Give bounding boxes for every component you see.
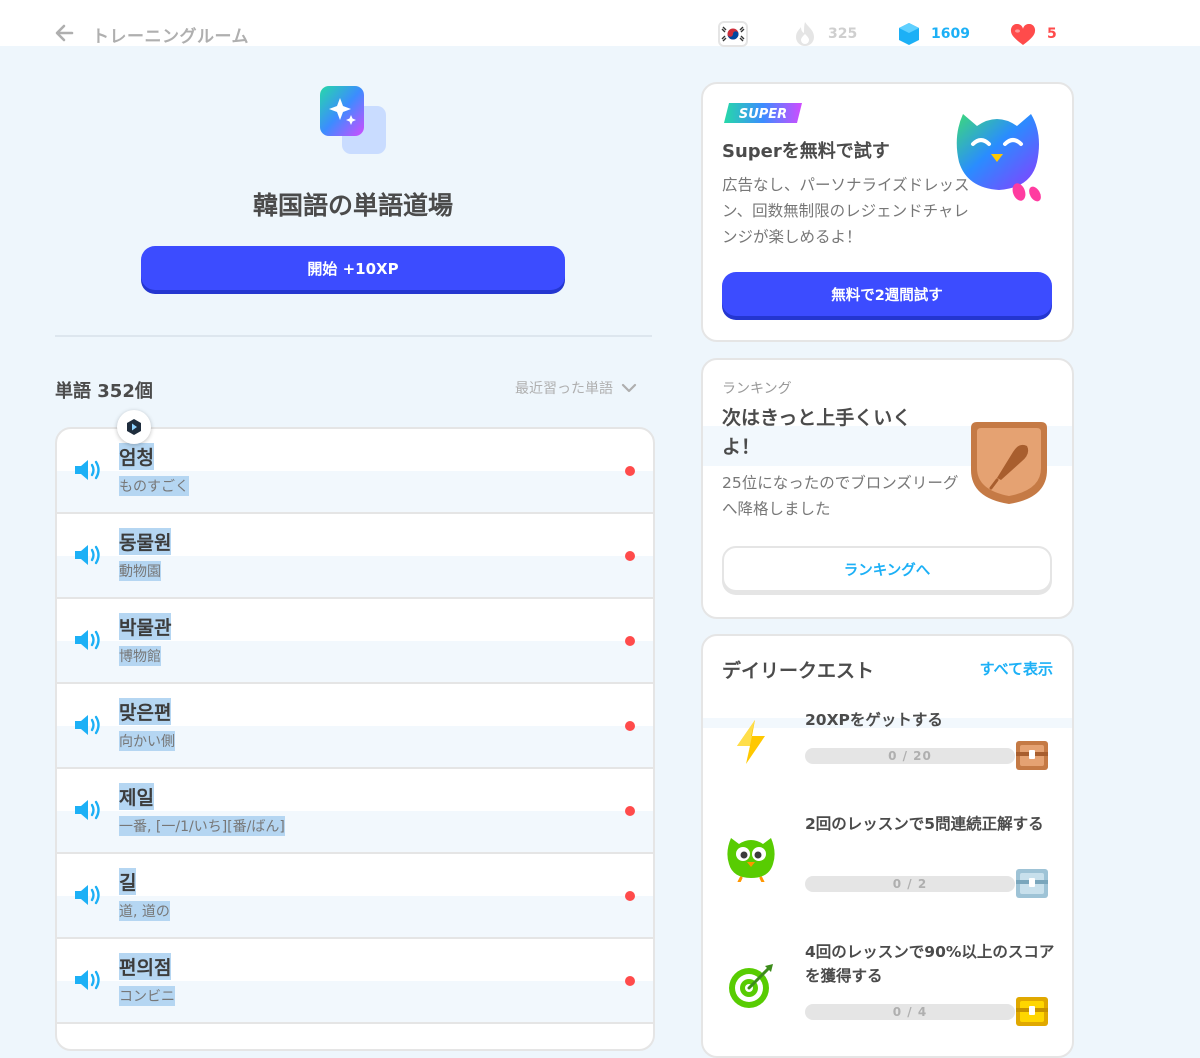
word-row[interactable]: 엄청 ものすごく <box>57 429 653 514</box>
word-korean: 제일 <box>119 783 154 810</box>
word-row[interactable]: 제일 一番, [一/1/いち][番/ばん] <box>57 769 653 854</box>
speaker-icon[interactable] <box>73 542 103 568</box>
status-dot <box>625 636 635 646</box>
page-title: トレーニングルーム <box>92 27 249 47</box>
practice-cards-icon <box>320 86 386 154</box>
extension-badge[interactable] <box>117 410 151 444</box>
status-dot <box>625 891 635 901</box>
gem-icon[interactable] <box>898 22 920 46</box>
streak-count: 325 <box>828 26 858 42</box>
quest-text: 2回のレッスンで5問連続正解する <box>805 815 1044 833</box>
daily-quests-title: デイリークエスト <box>722 660 875 682</box>
word-row[interactable]: 편의점 コンビニ <box>57 939 653 1024</box>
status-dot <box>625 551 635 561</box>
status-dot <box>625 466 635 476</box>
ranking-card: ランキング 次はきっと上手くいくよ！ 25位になったのでブロンズリーグへ降格しま… <box>701 358 1074 619</box>
word-translation: 一番, [一/1/いち][番/ばん] <box>119 816 285 836</box>
super-title: Superを無料で試す <box>722 141 890 162</box>
word-korean: 박물관 <box>119 613 172 640</box>
quest-text: 4回のレッスンで90%以上のスコアを獲得する <box>805 943 1055 985</box>
word-translation: 博物館 <box>119 646 161 666</box>
sort-label: 最近習った単語 <box>515 381 613 397</box>
status-dot <box>625 806 635 816</box>
quest-progress-text: 0 / 4 <box>892 1005 928 1019</box>
chevron-down-icon <box>621 383 637 393</box>
ranking-title: 次はきっと上手くいくよ！ <box>722 407 912 458</box>
target-icon <box>729 964 773 1008</box>
status-dot <box>625 721 635 731</box>
word-korean: 엄청 <box>119 443 154 470</box>
chest-icon <box>1016 741 1048 770</box>
practice-title: 韓国語の単語道場 <box>252 191 453 220</box>
quest-progress-bar: 0 / 4 <box>805 1004 1015 1020</box>
super-description: 広告なし、パーソナライズドレッスン、回数無制限のレジェンドチャレンジが楽しめるよ… <box>722 176 970 246</box>
speaker-icon[interactable] <box>73 627 103 653</box>
speaker-icon[interactable] <box>73 967 103 993</box>
word-count-heading: 単語 352個 <box>55 381 153 402</box>
quest-item: 20XPをゲットする 0 / 20 <box>703 706 1072 796</box>
korea-flag-icon[interactable] <box>718 21 748 47</box>
ranking-button[interactable]: ランキングへ <box>722 546 1052 592</box>
quest-item: 2回のレッスンで5問連続正解する 0 / 2 <box>703 810 1072 920</box>
word-row[interactable]: 길 道, 道の <box>57 854 653 939</box>
word-translation: コンビニ <box>119 986 175 1006</box>
divider <box>55 335 652 337</box>
quest-progress-bar: 0 / 20 <box>805 748 1015 764</box>
daily-quests-card: デイリークエスト すべて表示 20XPをゲットする 0 / 20 2回のレッスン… <box>701 634 1074 1058</box>
quest-text: 20XPをゲットする <box>805 711 943 729</box>
super-card: SUPER Superを無料で試す 広告なし、パーソナライズドレッスン、回数無制… <box>701 82 1074 342</box>
ranking-description: 25位になったのでブロンズリーグへ降格しました <box>722 474 959 518</box>
word-translation: 動物園 <box>119 561 161 581</box>
speaker-icon[interactable] <box>73 882 103 908</box>
owl-icon <box>727 838 775 882</box>
ranking-label: ランキング <box>722 381 792 397</box>
lightning-icon <box>737 720 765 764</box>
chest-icon <box>1016 997 1048 1026</box>
heart-count: 5 <box>1047 26 1057 42</box>
super-owl-icon <box>956 114 1041 202</box>
word-korean: 맞은편 <box>119 698 172 725</box>
quest-progress-text: 0 / 2 <box>892 877 928 891</box>
flame-icon[interactable] <box>794 21 816 47</box>
word-korean: 길 <box>119 868 137 895</box>
start-button[interactable]: 開始 +10XP <box>141 246 565 290</box>
quest-progress-bar: 0 / 2 <box>805 876 1015 892</box>
speaker-icon[interactable] <box>73 712 103 738</box>
speaker-icon[interactable] <box>73 797 103 823</box>
top-bar: トレーニングルーム 325 1609 5 <box>0 0 1200 47</box>
heart-icon[interactable] <box>1010 24 1036 46</box>
super-badge-text: SUPER <box>739 107 787 122</box>
word-row[interactable]: 맞은편 向かい側 <box>57 684 653 769</box>
word-list: 엄청 ものすごく 동물원 動物園 박물관 博物館 맞은편 向かい側 제일 一番,… <box>55 427 655 1051</box>
quest-progress-text: 0 / 20 <box>888 749 932 763</box>
word-korean: 동물원 <box>119 528 172 555</box>
speaker-icon[interactable] <box>73 457 103 483</box>
show-all-link[interactable]: すべて表示 <box>980 658 1053 679</box>
free-trial-button[interactable]: 無料で2週間試す <box>722 272 1052 316</box>
quest-item: 4回のレッスンで90%以上のスコアを獲得する 0 / 4 <box>703 938 1072 1048</box>
status-dot <box>625 976 635 986</box>
extension-logo-icon <box>127 419 141 435</box>
sort-dropdown[interactable]: 最近習った単語 <box>515 378 637 398</box>
word-translation: 道, 道の <box>119 901 170 921</box>
word-translation: 向かい側 <box>119 731 175 751</box>
chest-icon <box>1016 869 1048 898</box>
word-korean: 편의점 <box>119 953 172 980</box>
word-row[interactable]: 박물관 博物館 <box>57 599 653 684</box>
gem-count: 1609 <box>931 26 970 42</box>
super-badge: SUPER <box>724 103 802 123</box>
word-translation: ものすごく <box>119 476 189 496</box>
word-row[interactable]: 동물원 動物園 <box>57 514 653 599</box>
bronze-league-shield-icon <box>971 422 1047 504</box>
back-arrow-icon[interactable] <box>52 20 78 46</box>
